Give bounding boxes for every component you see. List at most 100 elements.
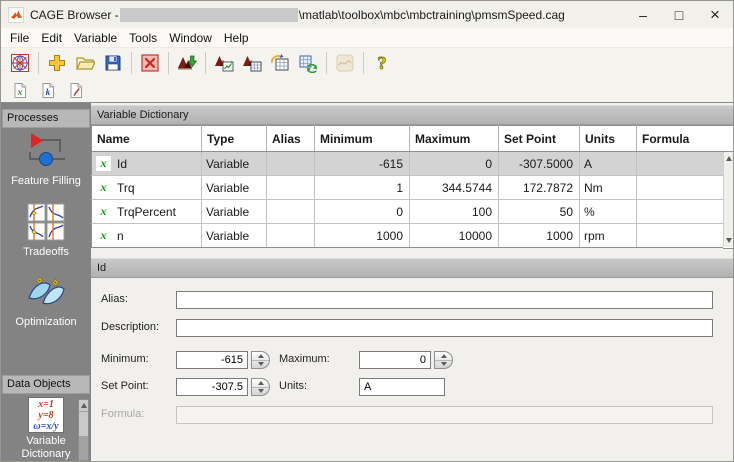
- open-project-button[interactable]: [71, 50, 99, 76]
- export-surface-button[interactable]: [210, 50, 238, 76]
- maximize-button[interactable]: □: [661, 1, 697, 28]
- scroll-up-arrow[interactable]: [726, 156, 732, 161]
- matlab-logo-icon: [10, 10, 22, 20]
- column-header-set-point[interactable]: Set Point: [498, 125, 580, 152]
- minimum-input[interactable]: [176, 351, 248, 369]
- new-constant-button[interactable]: k: [34, 79, 62, 101]
- set-point-label: Set Point:: [101, 380, 149, 392]
- column-header-maximum[interactable]: Maximum: [409, 125, 499, 152]
- main-toolbar: ?: [1, 48, 733, 78]
- cell-formula: [636, 223, 724, 248]
- spin-up-button[interactable]: [252, 379, 269, 388]
- spin-up-button[interactable]: [435, 352, 452, 361]
- table-row-id[interactable]: Id Variable -615 0 -307.5000 A: [91, 151, 724, 176]
- cell-set-point: 50: [498, 199, 580, 224]
- save-project-button[interactable]: [99, 50, 127, 76]
- scrollbar-track[interactable]: [723, 152, 733, 247]
- cell-alias: [266, 223, 315, 248]
- minimize-button[interactable]: –: [625, 1, 661, 28]
- sidebar-item-label: Tradeoffs: [23, 246, 69, 258]
- scroll-up-arrow[interactable]: [79, 400, 88, 411]
- minimum-spinner: [176, 351, 270, 369]
- cell-formula: [636, 151, 724, 176]
- new-formula-button[interactable]: [62, 79, 90, 101]
- variable-detail-form: Alias: Description: Minimum: Maximum:: [91, 279, 733, 461]
- sidebar-scrollbar[interactable]: [78, 399, 89, 461]
- dictionary-toolbar: x k: [1, 78, 733, 102]
- menu-bar: File Edit Variable Tools Window Help: [1, 28, 733, 48]
- sidebar-item-label: Optimization: [15, 316, 77, 328]
- surface-table-view-button[interactable]: [238, 50, 266, 76]
- column-header-type[interactable]: Type: [201, 125, 267, 152]
- window-controls: – □ ×: [625, 1, 733, 28]
- menu-file[interactable]: File: [4, 31, 35, 45]
- table-row-trqpercent[interactable]: TrqPercent Variable 0 100 50 %: [91, 199, 724, 224]
- surface-graph-icon: [215, 56, 234, 72]
- cell-minimum: 0: [314, 199, 410, 224]
- tree-sidebar: Processes Feature Filling Tradeoffs Opti…: [1, 103, 91, 461]
- cell-type: Variable: [201, 199, 267, 224]
- content-pane: Variable Dictionary Name Type Alias Mini…: [91, 103, 733, 461]
- cell-name: n: [117, 228, 124, 243]
- document-formula-icon: [70, 82, 82, 98]
- column-header-minimum[interactable]: Minimum: [314, 125, 410, 152]
- sidebar-item-optimization[interactable]: Optimization: [1, 271, 91, 329]
- scroll-thumb[interactable]: [79, 412, 88, 436]
- cell-set-point: -307.5000: [498, 151, 580, 176]
- set-point-spinner: [176, 378, 270, 396]
- help-button[interactable]: ?: [368, 50, 396, 76]
- cell-name: TrqPercent: [117, 204, 176, 219]
- window-title: CAGE Browser - \matlab\toolbox\mbc\mbctr…: [30, 7, 565, 22]
- cell-maximum: 10000: [409, 223, 499, 248]
- column-header-formula[interactable]: Formula: [636, 125, 724, 152]
- import-calibration-button[interactable]: [173, 50, 201, 76]
- cell-type: Variable: [201, 223, 267, 248]
- close-project-button[interactable]: [136, 50, 164, 76]
- menu-window[interactable]: Window: [163, 31, 218, 45]
- alias-input[interactable]: [176, 291, 713, 309]
- document-variable-icon: x: [14, 82, 26, 98]
- spin-down-button[interactable]: [252, 388, 269, 396]
- sidebar-item-tradeoffs[interactable]: Tradeoffs: [1, 203, 91, 259]
- cell-alias: [266, 175, 315, 200]
- new-project-button[interactable]: [43, 50, 71, 76]
- cell-type: Variable: [201, 175, 267, 200]
- table-header-row: Name Type Alias Minimum Maximum Set Poin…: [91, 125, 724, 152]
- sidebar-item-feature-filling[interactable]: Feature Filling: [1, 132, 91, 188]
- minimum-spin-buttons: [251, 351, 270, 369]
- menu-help[interactable]: Help: [218, 31, 255, 45]
- column-header-name[interactable]: Name: [91, 125, 202, 152]
- description-input[interactable]: [176, 319, 713, 337]
- cell-set-point: 172.7872: [498, 175, 580, 200]
- mbc-model-browser-button[interactable]: [6, 50, 34, 76]
- scroll-down-arrow[interactable]: [726, 238, 732, 243]
- document-constant-icon: k: [42, 82, 54, 98]
- svg-text:k: k: [46, 87, 51, 97]
- spin-down-button[interactable]: [252, 361, 269, 369]
- spin-down-button[interactable]: [435, 361, 452, 369]
- set-point-input[interactable]: [176, 378, 248, 396]
- menu-edit[interactable]: Edit: [35, 31, 68, 45]
- new-variable-button[interactable]: x: [6, 79, 34, 101]
- cell-set-point: 1000: [498, 223, 580, 248]
- question-mark-icon: ?: [377, 53, 387, 73]
- maximum-input[interactable]: [359, 351, 431, 369]
- red-x-icon: [141, 54, 159, 72]
- surface-table-icon: [243, 56, 262, 72]
- spin-up-button[interactable]: [252, 352, 269, 361]
- cell-maximum: 100: [409, 199, 499, 224]
- units-input[interactable]: [359, 378, 445, 396]
- table-scrollbar[interactable]: [723, 125, 733, 249]
- cell-units: Nm: [579, 175, 637, 200]
- column-header-units[interactable]: Units: [579, 125, 637, 152]
- update-tables-button[interactable]: [294, 50, 322, 76]
- copy-table-button[interactable]: [266, 50, 294, 76]
- menu-tools[interactable]: Tools: [123, 31, 163, 45]
- surface-import-icon: [178, 55, 197, 70]
- description-label: Description:: [101, 321, 160, 333]
- close-button[interactable]: ×: [697, 1, 733, 28]
- table-row-n[interactable]: n Variable 1000 10000 1000 rpm: [91, 223, 724, 248]
- table-row-trq[interactable]: Trq Variable 1 344.5744 172.7872 Nm: [91, 175, 724, 200]
- column-header-alias[interactable]: Alias: [266, 125, 315, 152]
- menu-variable[interactable]: Variable: [68, 31, 123, 45]
